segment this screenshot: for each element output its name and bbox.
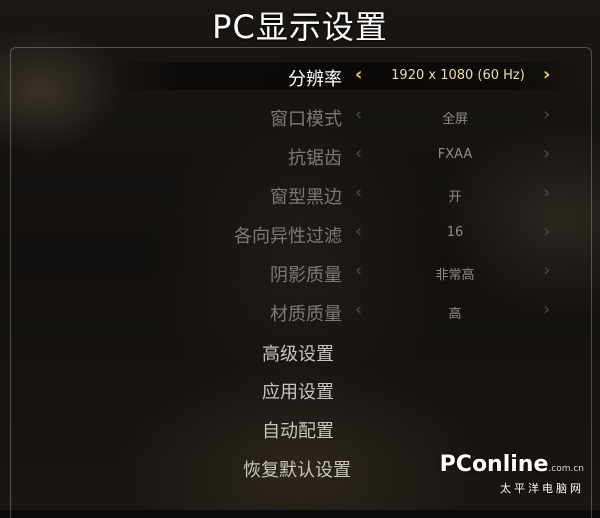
setting-label: 各向异性过滤 xyxy=(234,226,342,247)
setting-label: 窗口模式 xyxy=(270,109,342,130)
page-title: PC显示设置 xyxy=(212,8,388,46)
chevron-right-icon[interactable]: › xyxy=(543,104,550,125)
setting-row-shadow-quality[interactable]: 阴影质量 ‹ 非常高 › xyxy=(0,256,600,292)
setting-label: 阴影质量 xyxy=(270,265,342,286)
watermark-subtitle: 太平洋电脑网 xyxy=(500,482,584,495)
chevron-right-icon[interactable]: › xyxy=(543,182,550,203)
watermark-brand-text: PConline xyxy=(439,452,549,477)
setting-value: 全屏 xyxy=(441,112,468,127)
chevron-right-icon[interactable]: › xyxy=(543,260,550,281)
watermark-domain: .com.cn xyxy=(548,464,584,474)
setting-value: 开 xyxy=(448,190,462,205)
chevron-right-icon[interactable]: › xyxy=(543,143,550,164)
restore-defaults-button[interactable]: 恢复默认设置 xyxy=(243,456,351,482)
setting-value: 16 xyxy=(446,225,464,240)
chevron-left-icon[interactable]: ‹ xyxy=(355,143,362,164)
watermark-logo: PConline.com.cn 太平洋电脑网 xyxy=(440,454,584,496)
setting-value: 非常高 xyxy=(435,268,475,283)
setting-value: 高 xyxy=(448,307,462,322)
setting-label: 分辨率 xyxy=(288,69,342,90)
setting-label: 材质质量 xyxy=(270,304,342,325)
chevron-left-icon[interactable]: ‹ xyxy=(355,299,362,320)
advanced-settings-button[interactable]: 高级设置 xyxy=(262,340,334,366)
chevron-left-icon[interactable]: ‹ xyxy=(355,64,362,85)
setting-label: 抗锯齿 xyxy=(288,148,342,169)
chevron-left-icon[interactable]: ‹ xyxy=(355,182,362,203)
chevron-right-icon[interactable]: › xyxy=(543,299,550,320)
setting-value: 1920 x 1080 (60 Hz) xyxy=(391,68,525,83)
chevron-left-icon[interactable]: ‹ xyxy=(355,104,362,125)
setting-value: FXAA xyxy=(437,147,473,162)
setting-label: 窗型黑边 xyxy=(270,187,342,208)
chevron-left-icon[interactable]: ‹ xyxy=(355,221,362,242)
apply-settings-button[interactable]: 应用设置 xyxy=(262,378,334,404)
setting-row-antialiasing[interactable]: 抗锯齿 ‹ FXAA › xyxy=(0,139,600,175)
chevron-right-icon[interactable]: › xyxy=(543,64,550,85)
chevron-right-icon[interactable]: › xyxy=(543,221,550,242)
auto-configure-button[interactable]: 自动配置 xyxy=(262,417,334,443)
chevron-left-icon[interactable]: ‹ xyxy=(355,260,362,281)
setting-row-letterbox[interactable]: 窗型黑边 ‹ 开 › xyxy=(0,178,600,214)
watermark-brand: PConline.com.cn xyxy=(440,454,584,480)
setting-row-texture-quality[interactable]: 材质质量 ‹ 高 › xyxy=(0,295,600,331)
setting-row-resolution[interactable]: 分辨率 ‹ 1920 x 1080 (60 Hz) › xyxy=(0,60,600,96)
setting-row-anisotropic-filtering[interactable]: 各向异性过滤 ‹ 16 › xyxy=(0,217,600,253)
setting-row-window-mode[interactable]: 窗口模式 ‹ 全屏 › xyxy=(0,100,600,136)
